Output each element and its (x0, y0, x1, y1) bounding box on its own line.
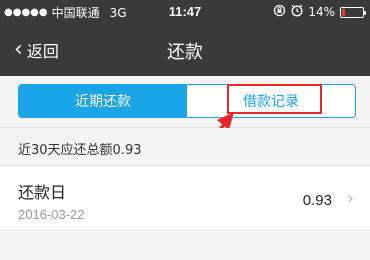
page-title: 还款 (167, 42, 203, 63)
status-bar: ●●●●● 中国联通 3G 11:47 14% (0, 0, 370, 24)
summary-total-text: 近30天应还总额0.93 (18, 143, 142, 158)
empty-background (0, 232, 370, 260)
chevron-right-icon: › (346, 188, 354, 209)
tab-recent-repayment[interactable]: 近期还款 (19, 85, 187, 117)
summary-bar: 近30天应还总额0.93 (0, 128, 370, 166)
rotation-lock-icon (273, 4, 286, 20)
battery-percent: 14% (308, 5, 335, 19)
annotation-highlight-box (227, 84, 322, 114)
navigation-bar: ‹ 返回 还款 (0, 24, 370, 76)
repayment-day-label: 还款日 (18, 183, 67, 202)
repayment-date: 2016-03-22 (18, 207, 85, 222)
status-right: 14% (273, 4, 366, 20)
repayment-amount: 0.93 (302, 192, 332, 209)
battery-level (342, 8, 345, 16)
alarm-icon (291, 4, 303, 20)
list-item[interactable]: 还款日 2016-03-22 0.93 › (0, 167, 370, 231)
battery-icon (340, 6, 366, 18)
